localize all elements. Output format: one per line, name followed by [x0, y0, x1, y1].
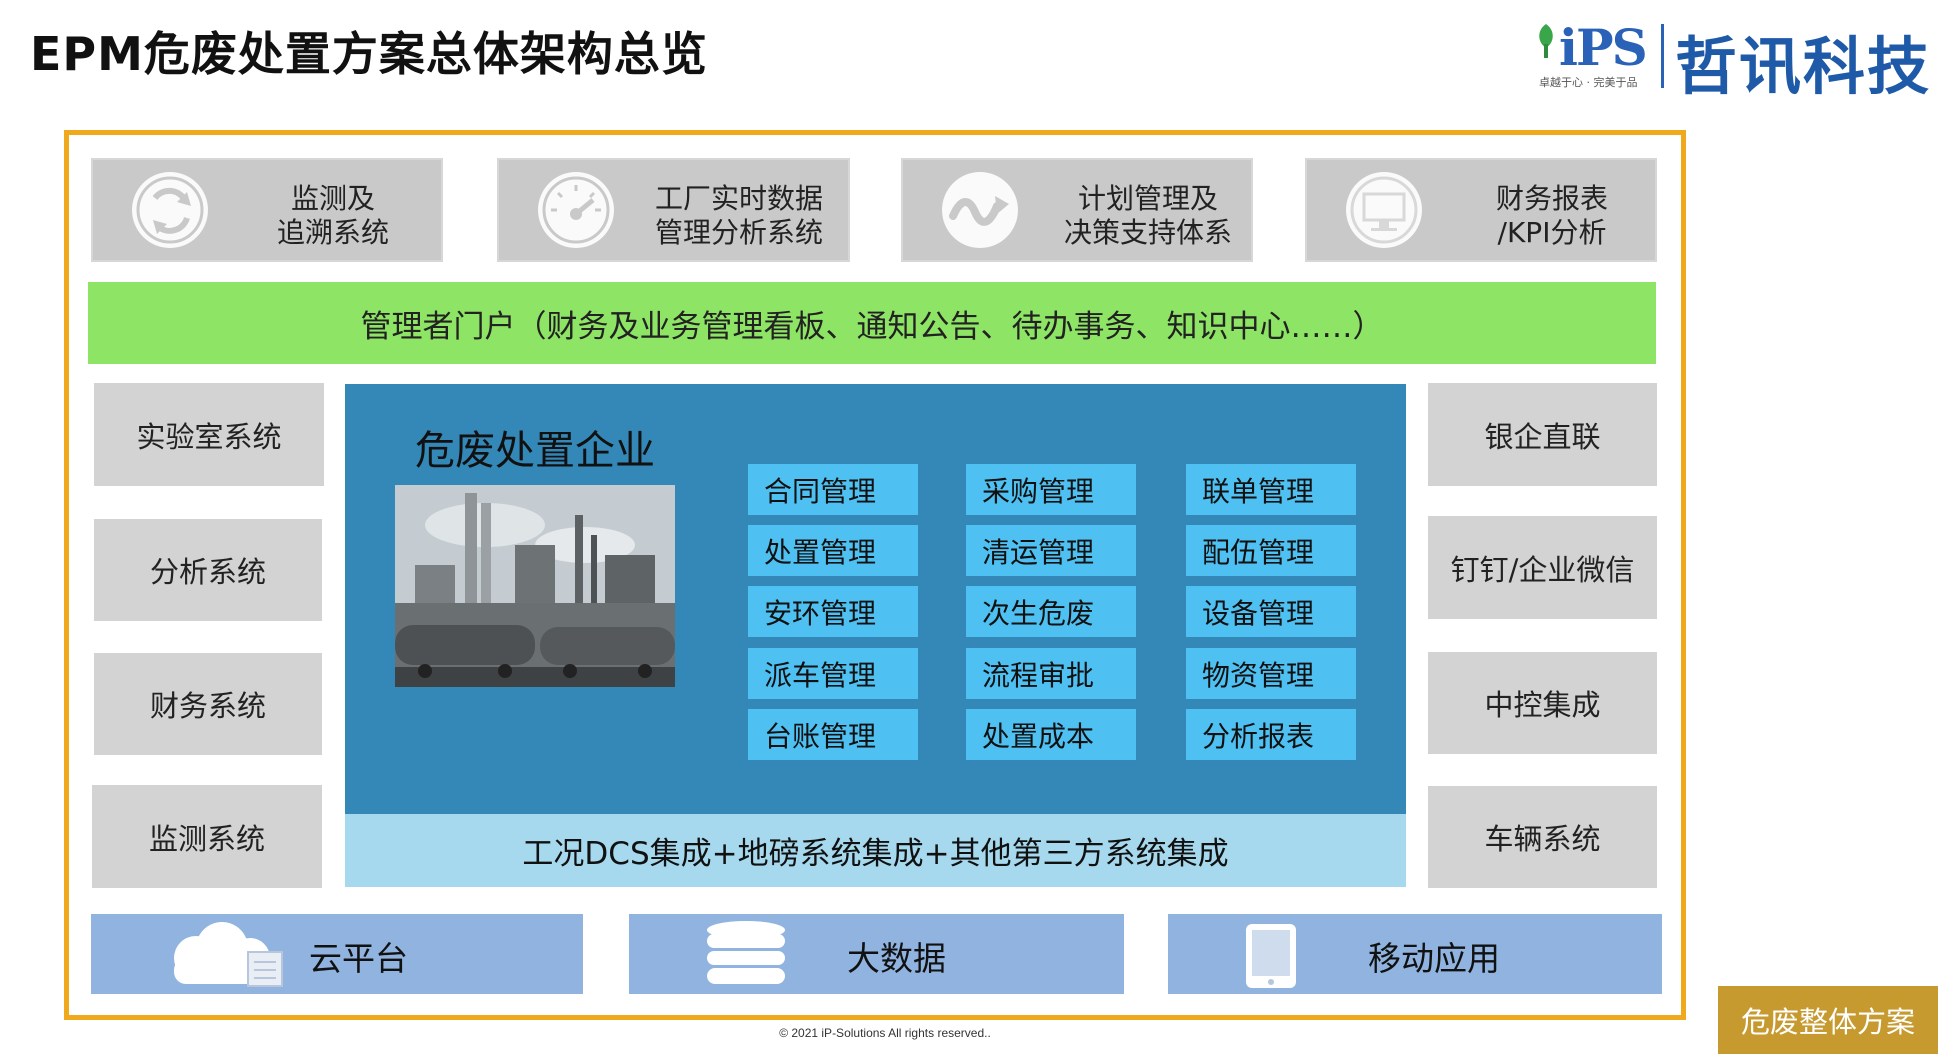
copyright-text: © 2021 iP-Solutions All rights reserved.… — [779, 1026, 991, 1040]
right-system-vehicle: 车辆系统 — [1428, 786, 1657, 888]
top-system-factory-data: 工厂实时数据 管理分析系统 — [497, 158, 850, 262]
left-system-monitoring: 监测系统 — [92, 785, 322, 888]
infra-label: 云平台 — [309, 939, 408, 978]
module-secondary-waste: 次生危废 — [966, 586, 1136, 637]
integration-bar: 工况DCS集成+地磅系统集成+其他第三方系统集成 — [345, 814, 1406, 887]
infra-cloud-platform: 云平台 — [91, 914, 583, 994]
monitor-icon — [1346, 172, 1422, 248]
top-system-monitoring: 监测及 追溯系统 — [91, 158, 443, 262]
top-system-finance-kpi: 财务报表 /KPI分析 — [1305, 158, 1657, 262]
logo-divider — [1661, 24, 1664, 88]
top-system-label: 计划管理及 决策支持体系 — [1063, 182, 1232, 249]
left-system-lab: 实验室系统 — [94, 383, 324, 486]
speedometer-icon — [538, 172, 614, 248]
cloud-icon — [174, 922, 283, 987]
tablet-icon — [1246, 924, 1296, 988]
database-icon — [707, 921, 785, 984]
logo-brand: iPS — [1559, 18, 1648, 77]
industrial-plant-image — [395, 485, 675, 687]
core-title: 危废处置企业 — [415, 428, 655, 474]
infra-big-data: 大数据 — [629, 914, 1124, 994]
manager-portal-bar: 管理者门户（财务及业务管理看板、通知公告、待办事务、知识中心……） — [88, 282, 1656, 364]
corner-tag: 危废整体方案 — [1718, 986, 1938, 1054]
wave-arrow-icon — [942, 172, 1018, 248]
module-manifest: 联单管理 — [1186, 464, 1356, 515]
module-dispatch: 派车管理 — [748, 648, 918, 699]
module-materials: 物资管理 — [1186, 648, 1356, 699]
leaf-icon — [1539, 24, 1553, 58]
top-system-label: 监测及 追溯系统 — [276, 182, 389, 249]
module-disposal-cost: 处置成本 — [966, 709, 1136, 760]
infra-label: 大数据 — [847, 939, 946, 978]
module-procurement: 采购管理 — [966, 464, 1136, 515]
module-ledger: 台账管理 — [748, 709, 918, 760]
right-system-dingtalk-wechat: 钉钉/企业微信 — [1428, 516, 1657, 619]
left-system-analysis: 分析系统 — [94, 519, 322, 621]
top-system-label: 工厂实时数据 管理分析系统 — [654, 182, 823, 249]
module-workflow-approval: 流程审批 — [966, 648, 1136, 699]
infra-mobile-app: 移动应用 — [1168, 914, 1662, 994]
module-transport: 清运管理 — [966, 525, 1136, 576]
left-system-finance: 财务系统 — [94, 653, 322, 755]
right-system-bank: 银企直联 — [1428, 383, 1657, 486]
logo-company-name: 哲讯科技 — [1675, 30, 1932, 103]
page-title: EPM危废处置方案总体架构总览 — [30, 27, 708, 81]
module-equipment: 设备管理 — [1186, 586, 1356, 637]
module-analysis-reports: 分析报表 — [1186, 709, 1356, 760]
top-system-label: 财务报表 /KPI分析 — [1495, 182, 1608, 249]
industrial-plant-photo — [395, 485, 675, 687]
recycle-arrows-icon — [132, 172, 208, 248]
infra-label: 移动应用 — [1368, 939, 1500, 978]
module-blending: 配伍管理 — [1186, 525, 1356, 576]
module-contract: 合同管理 — [748, 464, 918, 515]
logo-slogan: 卓越于心 · 完美于品 — [1539, 76, 1638, 89]
top-system-planning: 计划管理及 决策支持体系 — [901, 158, 1253, 262]
right-system-central-control: 中控集成 — [1428, 652, 1657, 754]
module-disposal: 处置管理 — [748, 525, 918, 576]
module-safety-env: 安环管理 — [748, 586, 918, 637]
company-logo: iPS 哲讯科技 卓越于心 · 完美于品 — [1535, 18, 1930, 103]
